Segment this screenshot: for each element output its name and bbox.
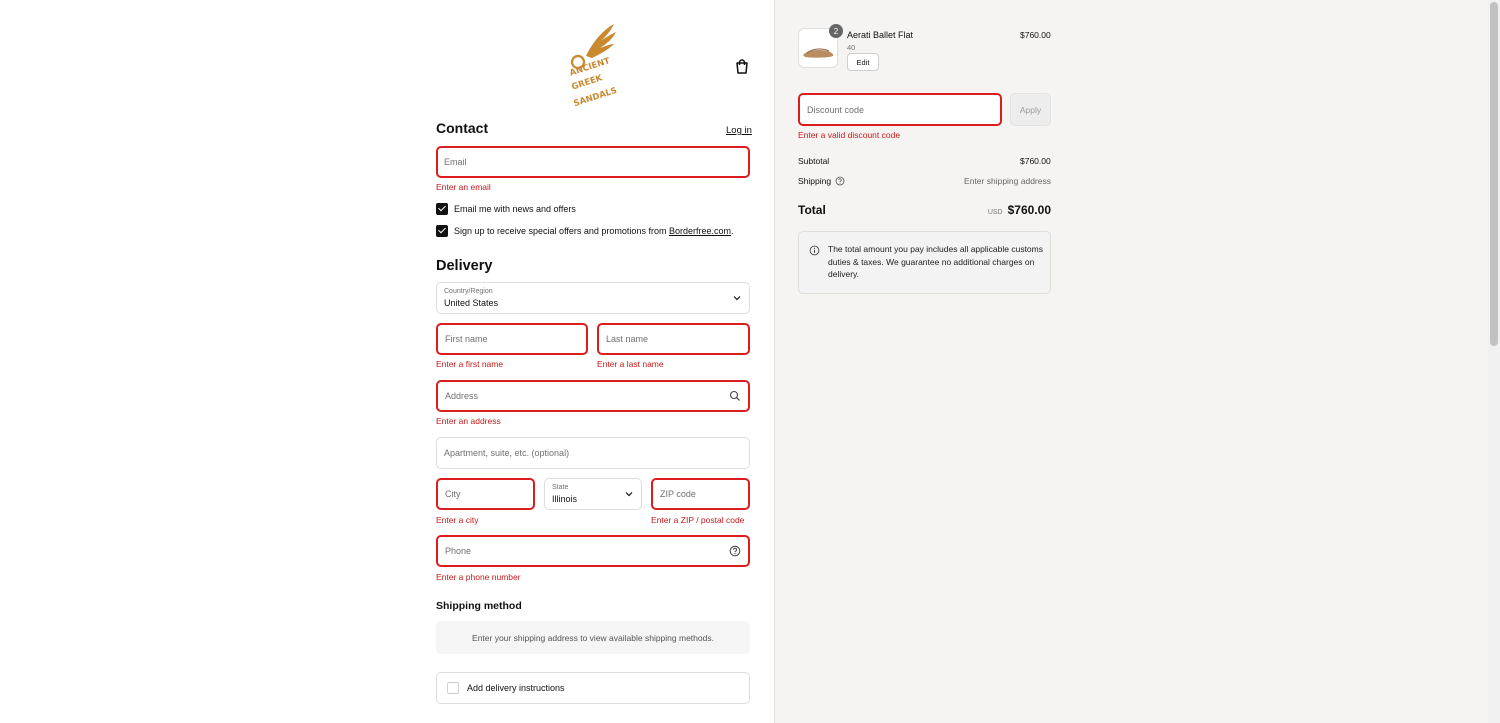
last-name-error: Enter a last name — [597, 359, 664, 369]
country-value: United States — [444, 298, 499, 308]
help-icon[interactable] — [729, 545, 741, 557]
borderfree-checkbox-row[interactable]: Sign up to receive special offers and pr… — [436, 225, 734, 237]
scrollbar-thumb[interactable] — [1490, 2, 1498, 346]
country-select[interactable]: Country/Region United States — [436, 282, 750, 314]
help-icon[interactable] — [835, 176, 845, 186]
subtotal-value: $760.00 — [1020, 156, 1051, 166]
shipping-row: Shipping — [798, 176, 845, 186]
apply-discount-button[interactable]: Apply — [1010, 93, 1051, 126]
shopping-bag-icon[interactable] — [734, 58, 750, 75]
delivery-instructions-label: Add delivery instructions — [467, 683, 565, 693]
product-variant: 40 — [847, 43, 856, 52]
zip-code-field[interactable]: ZIP code — [651, 478, 750, 510]
delivery-instructions-toggle[interactable]: Add delivery instructions — [436, 672, 750, 704]
duties-note: The total amount you pay includes all ap… — [798, 231, 1051, 294]
first-name-placeholder: First name — [445, 334, 488, 344]
duties-note-text: The total amount you pay includes all ap… — [828, 244, 1043, 279]
news-checkbox[interactable] — [436, 203, 448, 215]
city-placeholder: City — [445, 489, 461, 499]
email-placeholder: Email — [444, 157, 467, 167]
shipping-method-heading: Shipping method — [436, 600, 522, 612]
address-field[interactable]: Address — [436, 380, 750, 412]
currency-code: USD — [987, 209, 1003, 216]
chevron-down-icon — [625, 492, 633, 497]
phone-error: Enter a phone number — [436, 572, 521, 582]
delivery-instructions-checkbox[interactable] — [447, 682, 459, 694]
shipping-label: Shipping — [798, 176, 832, 186]
subtotal-label: Subtotal — [798, 156, 830, 166]
phone-field[interactable]: Phone — [436, 535, 750, 567]
borderfree-checkbox-label: Sign up to receive special offers and pr… — [454, 226, 734, 236]
search-icon — [729, 390, 740, 401]
state-label: State — [552, 484, 569, 491]
shipping-method-message: Enter your shipping address to view avai… — [436, 621, 750, 654]
scrollbar[interactable] — [1488, 0, 1500, 723]
email-error: Enter an email — [436, 182, 491, 192]
brand-logo[interactable]: ANCIENT GREEK SANDALS — [562, 22, 624, 112]
city-error: Enter a city — [436, 515, 479, 525]
delivery-heading: Delivery — [436, 258, 493, 274]
quantity-badge: 2 — [829, 24, 843, 38]
discount-code-field[interactable]: Discount code — [798, 93, 1002, 126]
first-name-error: Enter a first name — [436, 359, 504, 369]
news-checkbox-row[interactable]: Email me with news and offers — [436, 203, 576, 215]
last-name-field[interactable]: Last name — [597, 323, 750, 355]
last-name-placeholder: Last name — [606, 334, 649, 344]
state-select[interactable]: State Illinois — [544, 478, 642, 510]
discount-code-placeholder: Discount code — [807, 104, 865, 115]
apartment-field[interactable]: Apartment, suite, etc. (optional) — [436, 437, 750, 469]
edit-item-button[interactable]: Edit — [847, 53, 879, 71]
country-label: Country/Region — [444, 288, 493, 295]
first-name-field[interactable]: First name — [436, 323, 588, 355]
shipping-value: Enter shipping address — [964, 176, 1051, 186]
log-in-link[interactable]: Log in — [726, 125, 752, 136]
borderfree-link[interactable]: Borderfree.com — [669, 226, 731, 236]
zip-code-error: Enter a ZIP / postal code — [651, 515, 745, 525]
chevron-down-icon — [733, 296, 741, 301]
apartment-placeholder: Apartment, suite, etc. (optional) — [444, 448, 570, 458]
borderfree-checkbox[interactable] — [436, 225, 448, 237]
contact-heading: Contact — [436, 120, 489, 136]
svg-text:ANCIENT: ANCIENT — [568, 56, 611, 78]
address-placeholder: Address — [445, 391, 479, 401]
news-checkbox-label: Email me with news and offers — [454, 204, 576, 214]
total-value: $760.00 — [1007, 203, 1051, 217]
city-field[interactable]: City — [436, 478, 535, 510]
product-name: Aerati Ballet Flat — [847, 30, 914, 40]
info-icon — [809, 245, 820, 256]
product-price: $760.00 — [1020, 30, 1051, 40]
zip-code-placeholder: ZIP code — [660, 489, 696, 499]
email-field[interactable]: Email — [436, 146, 750, 178]
total-label: Total — [798, 203, 826, 217]
phone-placeholder: Phone — [445, 546, 472, 556]
address-error: Enter an address — [436, 416, 501, 426]
discount-error: Enter a valid discount code — [798, 130, 901, 140]
total-value-group: USD $760.00 — [988, 203, 1051, 217]
state-value: Illinois — [552, 494, 578, 504]
